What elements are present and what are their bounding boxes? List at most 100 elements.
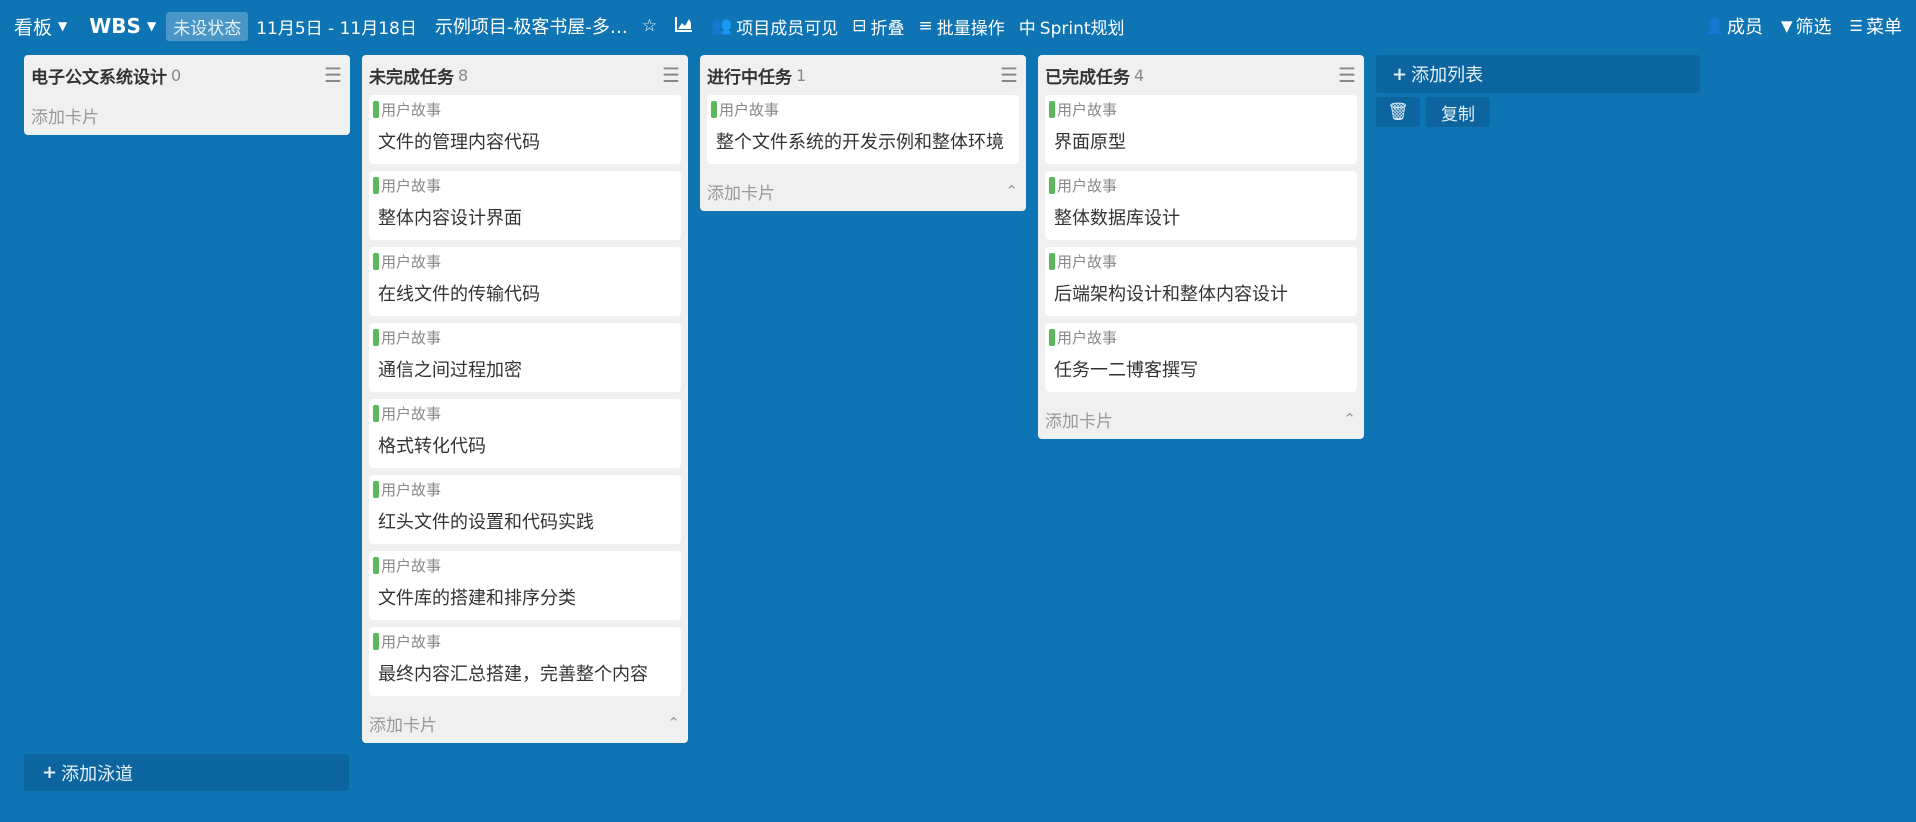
batch-ops-button[interactable]: ≡ 批量操作 — [919, 14, 1005, 39]
tag-color-bar — [373, 253, 379, 270]
card-tag-label: 用户故事 — [1057, 329, 1118, 347]
members-button[interactable]: 👤 成员 — [1705, 13, 1763, 39]
sprint-icon: 中 — [1018, 18, 1036, 39]
wbs-label: WBS — [89, 14, 141, 38]
collapse-button[interactable]: ⊟ 折叠 — [852, 14, 904, 39]
card-tag-label: 用户故事 — [381, 329, 442, 347]
user-icon: 👤 — [1705, 17, 1724, 35]
chevron-down-icon: ▼ — [146, 19, 157, 33]
card-tag: 用户故事 — [373, 479, 673, 500]
add-card-button[interactable]: 添加卡片 — [1045, 407, 1113, 432]
chevron-up-icon[interactable]: ⌃ — [1005, 182, 1018, 200]
card-title: 界面原型 — [1054, 132, 1126, 153]
card-tag: 用户故事 — [373, 631, 673, 652]
sprint-plan-button[interactable]: 中 Sprint规划 — [1019, 14, 1125, 39]
tag-color-bar — [373, 557, 379, 574]
delete-button[interactable]: 🗑 — [1376, 97, 1420, 127]
list-menu-icon[interactable]: ☰ — [662, 63, 680, 87]
chevron-up-icon[interactable]: ⌃ — [667, 714, 680, 732]
tag-color-bar — [373, 177, 379, 194]
chart-icon — [675, 16, 693, 37]
list-title[interactable]: 已完成任务 — [1045, 63, 1130, 88]
board-label: 看板 — [14, 16, 53, 39]
task-card[interactable]: 用户故事 通信之间过程加密 — [369, 323, 681, 392]
task-card[interactable]: 用户故事 整个文件系统的开发示例和整体环境 — [707, 95, 1019, 164]
card-tag: 用户故事 — [1049, 99, 1349, 120]
tag-color-bar — [373, 405, 379, 422]
card-tag: 用户故事 — [373, 175, 673, 196]
task-card[interactable]: 用户故事 整体数据库设计 — [1045, 171, 1357, 240]
list-header: 进行中任务 1 ☰ — [700, 55, 1026, 95]
add-card-button[interactable]: 添加卡片 — [31, 103, 99, 128]
task-card[interactable]: 用户故事 红头文件的设置和代码实践 — [369, 475, 681, 544]
copy-button[interactable]: 复制 — [1426, 97, 1490, 127]
list-column: 电子公文系统设计 0 ☰ 添加卡片 — [24, 55, 350, 135]
list-menu-icon[interactable]: ☰ — [324, 63, 342, 87]
card-tag-label: 用户故事 — [381, 557, 442, 575]
list-count: 4 — [1134, 65, 1145, 85]
visibility-button[interactable]: 👥 项目成员可见 — [711, 14, 838, 39]
card-title: 任务一二博客撰写 — [1054, 360, 1198, 381]
list-count: 1 — [796, 65, 807, 85]
task-card[interactable]: 用户故事 在线文件的传输代码 — [369, 247, 681, 316]
chart-button[interactable] — [675, 16, 697, 37]
task-card[interactable]: 用户故事 整体内容设计界面 — [369, 171, 681, 240]
card-tag: 用户故事 — [373, 403, 673, 424]
card-tag: 用户故事 — [373, 99, 673, 120]
project-name[interactable]: 示例项目-极客书屋-多… — [435, 13, 628, 39]
card-tag: 用户故事 — [373, 555, 673, 576]
card-title: 整个文件系统的开发示例和整体环境 — [716, 132, 1004, 153]
star-icon: ☆ — [641, 16, 658, 36]
visibility-label: 项目成员可见 — [736, 18, 839, 39]
card-tag: 用户故事 — [1049, 175, 1349, 196]
date-range[interactable]: 11月5日 - 11月18日 — [256, 14, 417, 39]
task-card[interactable]: 用户故事 任务一二博客撰写 — [1045, 323, 1357, 392]
add-lane-button[interactable]: + 添加泳道 — [24, 754, 349, 791]
list-title[interactable]: 电子公文系统设计 — [31, 63, 167, 88]
list-footer: 添加卡片 — [24, 95, 350, 135]
add-card-button[interactable]: 添加卡片 — [707, 179, 775, 204]
add-list-button[interactable]: + 添加列表 — [1376, 55, 1700, 93]
task-card[interactable]: 用户故事 格式转化代码 — [369, 399, 681, 468]
trash-icon: 🗑 — [1387, 102, 1409, 122]
chevron-up-icon[interactable]: ⌃ — [1343, 410, 1356, 428]
card-tag: 用户故事 — [1049, 251, 1349, 272]
card-tag: 用户故事 — [711, 99, 1011, 120]
kanban-board: 电子公文系统设计 0 ☰ 添加卡片 未完成任务 8 ☰ 用户故事 文件的管理内容… — [0, 54, 1916, 822]
list-header: 电子公文系统设计 0 ☰ — [24, 55, 350, 95]
card-tag-label: 用户故事 — [381, 405, 442, 423]
filter-icon: ▼ — [1781, 17, 1793, 35]
task-card[interactable]: 用户故事 界面原型 — [1045, 95, 1357, 164]
tag-color-bar — [1049, 253, 1055, 270]
tag-color-bar — [1049, 101, 1055, 118]
task-card[interactable]: 用户故事 最终内容汇总搭建，完善整个内容 — [369, 627, 681, 696]
menu-label: 菜单 — [1866, 17, 1902, 38]
list-column: 已完成任务 4 ☰ 用户故事 界面原型 用户故事 整体数据库设计 用户故事 后端… — [1038, 55, 1364, 439]
add-card-button[interactable]: 添加卡片 — [369, 711, 437, 736]
list-title[interactable]: 进行中任务 — [707, 63, 792, 88]
list-title[interactable]: 未完成任务 — [369, 63, 454, 88]
menu-button[interactable]: ☰ 菜单 — [1850, 13, 1902, 39]
task-card[interactable]: 用户故事 文件库的搭建和排序分类 — [369, 551, 681, 620]
task-card[interactable]: 用户故事 文件的管理内容代码 — [369, 95, 681, 164]
list-header: 已完成任务 4 ☰ — [1038, 55, 1364, 95]
list-menu-icon[interactable]: ☰ — [1000, 63, 1018, 87]
list-header: 未完成任务 8 ☰ — [362, 55, 688, 95]
status-badge[interactable]: 未设状态 — [166, 11, 249, 41]
task-card[interactable]: 用户故事 后端架构设计和整体内容设计 — [1045, 247, 1357, 316]
filter-button[interactable]: ▼ 筛选 — [1781, 13, 1832, 39]
list-menu-icon[interactable]: ☰ — [1338, 63, 1356, 87]
card-title: 文件库的搭建和排序分类 — [378, 588, 576, 609]
card-title: 最终内容汇总搭建，完善整个内容 — [378, 664, 648, 685]
wbs-dropdown[interactable]: WBS ▼ — [89, 14, 156, 38]
star-button[interactable]: ☆ — [642, 16, 661, 36]
plus-icon: + — [1392, 63, 1408, 85]
board-view-dropdown[interactable]: 看板 ▼ — [14, 13, 67, 40]
add-list-label: 添加列表 — [1411, 65, 1484, 86]
list-count: 0 — [171, 65, 182, 85]
plus-icon: + — [42, 762, 58, 783]
card-title: 格式转化代码 — [378, 436, 486, 457]
members-label: 成员 — [1727, 17, 1763, 38]
top-bar: 看板 ▼ WBS ▼ 未设状态 11月5日 - 11月18日 示例项目-极客书屋… — [0, 0, 1916, 52]
card-tag-label: 用户故事 — [381, 481, 442, 499]
